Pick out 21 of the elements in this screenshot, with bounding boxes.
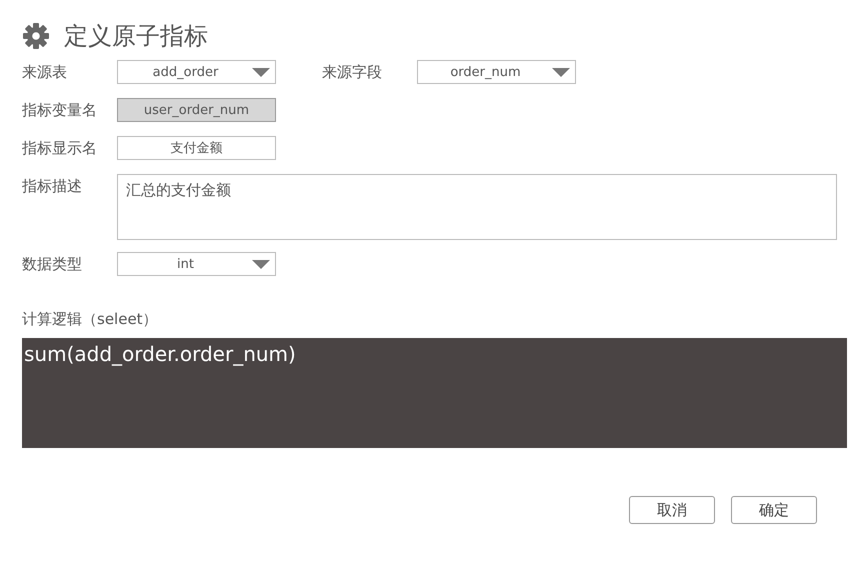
caret-icon [252, 68, 270, 78]
field-label: 指标变量名 [22, 100, 98, 121]
code-editor[interactable]: sum(add_order.order_num) [22, 338, 847, 448]
caret-icon [252, 260, 270, 270]
input-field[interactable]: 支付金额 [117, 136, 276, 160]
settings-icon [22, 22, 50, 50]
text-area[interactable]: 汇总的支付金额 [117, 174, 837, 240]
input-field[interactable]: user_order_num [117, 98, 276, 122]
field-label: 来源表 [22, 62, 68, 83]
field-label: 数据类型 [22, 254, 83, 275]
dropdown[interactable]: add_order [117, 60, 276, 84]
dialog-button[interactable]: 确定 [731, 496, 817, 524]
logic-label: 计算逻辑（seleet） [22, 310, 158, 329]
dialog-title: 定义原子指标 [64, 21, 208, 52]
dropdown[interactable]: order_num [417, 60, 576, 84]
dropdown[interactable]: int [117, 252, 276, 276]
field-label: 指标显示名 [22, 138, 98, 159]
dialog-button[interactable]: 取消 [629, 496, 715, 524]
caret-icon [552, 68, 570, 78]
field-label: 指标描述 [22, 176, 83, 197]
field-label: 来源字段 [322, 62, 383, 83]
